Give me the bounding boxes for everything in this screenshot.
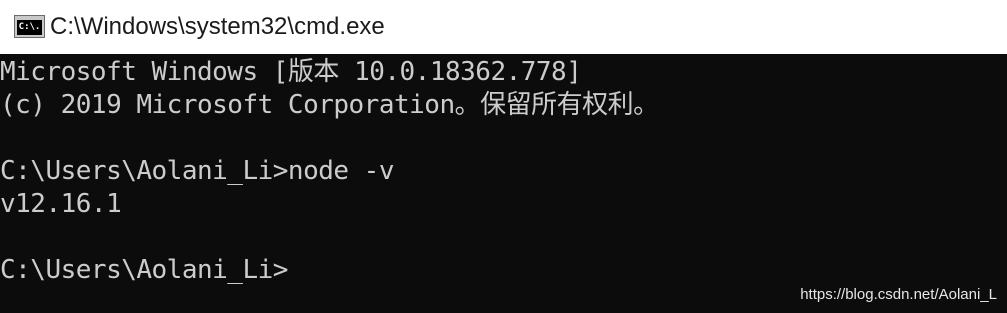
console-output[interactable]: Microsoft Windows [版本 10.0.18362.778] (c… bbox=[0, 54, 1007, 313]
console-line-command: C:\Users\Aolani_Li>node -v bbox=[0, 156, 395, 186]
console-line-result: v12.16.1 bbox=[0, 189, 122, 219]
title-bar[interactable]: C:\. C:\Windows\system32\cmd.exe bbox=[0, 0, 1007, 54]
console-icon[interactable]: C:\. bbox=[14, 15, 45, 38]
watermark: https://blog.csdn.net/Aolani_L bbox=[800, 286, 997, 303]
console-line-version: Microsoft Windows [版本 10.0.18362.778] bbox=[0, 57, 582, 87]
console-line-copyright: (c) 2019 Microsoft Corporation。保留所有权利。 bbox=[0, 90, 659, 120]
cmd-window: C:\. C:\Windows\system32\cmd.exe Microso… bbox=[0, 0, 1007, 313]
window-title: C:\Windows\system32\cmd.exe bbox=[50, 13, 385, 40]
console-prompt[interactable]: C:\Users\Aolani_Li> bbox=[0, 254, 288, 287]
console-icon-label: C:\. bbox=[17, 20, 42, 35]
